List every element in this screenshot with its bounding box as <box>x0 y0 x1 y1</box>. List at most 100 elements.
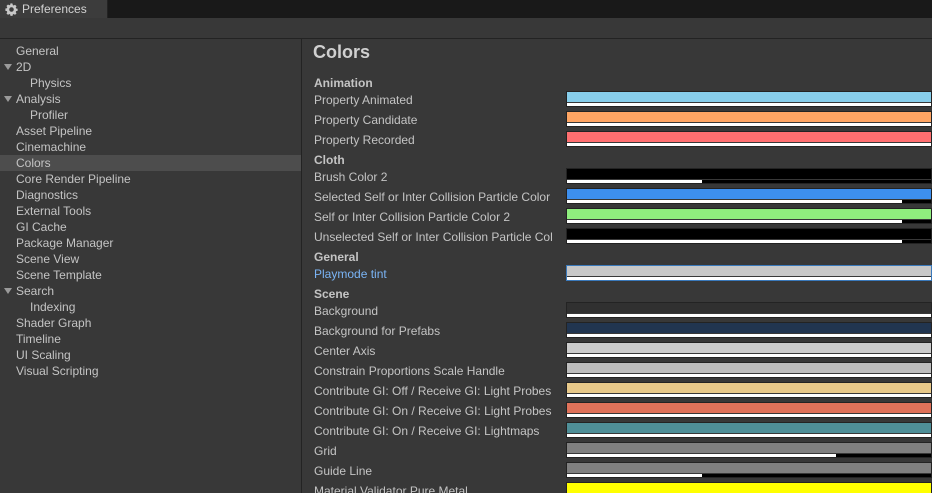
color-field-label: Center Axis <box>314 344 376 358</box>
sidebar-item-indexing[interactable]: Indexing <box>0 299 301 315</box>
sidebar-item-label: Visual Scripting <box>16 364 99 378</box>
color-swatch[interactable] <box>566 382 932 398</box>
tab-title: Preferences <box>22 2 87 16</box>
color-fill <box>567 483 931 493</box>
alpha-bar <box>567 394 931 397</box>
color-field-label: Constrain Proportions Scale Handle <box>314 364 505 378</box>
color-fill <box>567 266 931 276</box>
color-fill <box>567 209 931 219</box>
window-titlebar: Preferences <box>0 0 932 18</box>
expand-arrow-icon[interactable] <box>4 64 12 70</box>
sidebar-item-general[interactable]: General <box>0 43 301 59</box>
color-swatch[interactable] <box>566 482 932 493</box>
sidebar-item-ui-scaling[interactable]: UI Scaling <box>0 347 301 363</box>
sidebar-item-profiler[interactable]: Profiler <box>0 107 301 123</box>
color-swatch[interactable] <box>566 265 932 281</box>
color-field-label: Background <box>314 304 379 318</box>
color-swatch[interactable] <box>566 131 932 147</box>
sidebar-item-label: 2D <box>16 60 32 74</box>
color-swatch[interactable] <box>566 342 932 358</box>
color-fill <box>567 169 931 179</box>
section-header: General <box>314 250 359 264</box>
color-swatch[interactable] <box>566 322 932 338</box>
sidebar-item-2d[interactable]: 2D <box>0 59 301 75</box>
color-fill <box>567 189 931 199</box>
section-header: Animation <box>314 76 373 90</box>
color-swatch[interactable] <box>566 462 932 478</box>
sidebar-item-label: Package Manager <box>16 236 114 250</box>
sidebar-item-label: Core Render Pipeline <box>16 172 131 186</box>
sidebar-item-analysis[interactable]: Analysis <box>0 91 301 107</box>
sidebar-item-label: Indexing <box>30 300 76 314</box>
color-swatch[interactable] <box>566 422 932 438</box>
color-swatch[interactable] <box>566 168 932 184</box>
sidebar-item-asset-pipeline[interactable]: Asset Pipeline <box>0 123 301 139</box>
sidebar-item-scene-template[interactable]: Scene Template <box>0 267 301 283</box>
color-field-label: Unselected Self or Inter Collision Parti… <box>314 230 553 244</box>
color-fill <box>567 132 931 142</box>
alpha-bar <box>567 277 931 280</box>
alpha-bar <box>567 240 902 243</box>
sidebar-item-core-render-pipeline[interactable]: Core Render Pipeline <box>0 171 301 187</box>
expand-arrow-icon[interactable] <box>4 96 12 102</box>
sidebar-item-diagnostics[interactable]: Diagnostics <box>0 187 301 203</box>
alpha-bar <box>567 354 931 357</box>
sidebar-item-external-tools[interactable]: External Tools <box>0 203 301 219</box>
color-field-label: Guide Line <box>314 464 373 478</box>
color-fill <box>567 343 931 353</box>
sidebar-item-colors[interactable]: Colors <box>0 155 301 171</box>
gear-icon <box>5 2 18 16</box>
sidebar-item-label: UI Scaling <box>16 348 71 362</box>
sidebar-item-label: Physics <box>30 76 72 90</box>
sidebar-item-gi-cache[interactable]: GI Cache <box>0 219 301 235</box>
color-fill <box>567 112 931 122</box>
alpha-bar <box>567 314 931 317</box>
sidebar-item-cinemachine[interactable]: Cinemachine <box>0 139 301 155</box>
color-swatch[interactable] <box>566 402 932 418</box>
alpha-bar <box>567 334 931 337</box>
color-field-label: Grid <box>314 444 337 458</box>
expand-arrow-icon[interactable] <box>4 288 12 294</box>
alpha-bar <box>567 434 931 437</box>
color-fill <box>567 403 931 413</box>
color-swatch[interactable] <box>566 188 932 204</box>
sidebar-item-timeline[interactable]: Timeline <box>0 331 301 347</box>
alpha-bar <box>567 220 902 223</box>
colors-panel: Colors Animation Property Animated Propert… <box>303 39 932 493</box>
sidebar-item-shader-graph[interactable]: Shader Graph <box>0 315 301 331</box>
color-swatch[interactable] <box>566 362 932 378</box>
color-swatch[interactable] <box>566 442 932 458</box>
color-field-label: Background for Prefabs <box>314 324 441 338</box>
sidebar-item-physics[interactable]: Physics <box>0 75 301 91</box>
sidebar-item-package-manager[interactable]: Package Manager <box>0 235 301 251</box>
color-swatch[interactable] <box>566 208 932 224</box>
page-title: Colors <box>313 42 371 62</box>
sidebar-item-scene-view[interactable]: Scene View <box>0 251 301 267</box>
alpha-bar <box>567 123 931 126</box>
sidebar-item-label: General <box>16 44 59 58</box>
sidebar-item-search[interactable]: Search <box>0 283 301 299</box>
color-fill <box>567 463 931 473</box>
color-swatch[interactable] <box>566 91 932 107</box>
color-fill <box>567 443 931 453</box>
preferences-sidebar: General 2D Physics Analysis Profiler Asset Pi… <box>0 39 302 493</box>
color-field-label: Selected Self or Inter Collision Particl… <box>314 190 551 204</box>
sidebar-item-label: GI Cache <box>16 220 67 234</box>
alpha-bar <box>567 103 931 106</box>
alpha-bar <box>567 143 931 146</box>
tab-preferences[interactable]: Preferences <box>0 0 108 18</box>
color-swatch[interactable] <box>566 302 932 318</box>
sidebar-item-label: Cinemachine <box>16 140 87 154</box>
sidebar-item-label: Scene View <box>16 252 80 266</box>
color-swatch[interactable] <box>566 111 932 127</box>
color-fill <box>567 92 931 102</box>
sidebar-item-label: Search <box>16 284 55 298</box>
sidebar-item-visual-scripting[interactable]: Visual Scripting <box>0 363 301 379</box>
alpha-bar <box>567 374 931 377</box>
color-swatch[interactable] <box>566 228 932 244</box>
color-fill <box>567 363 931 373</box>
sidebar-item-label: Asset Pipeline <box>16 124 93 138</box>
sidebar-item-label: Scene Template <box>16 268 102 282</box>
sidebar-item-label: Profiler <box>30 108 69 122</box>
section-header: Cloth <box>314 153 345 167</box>
